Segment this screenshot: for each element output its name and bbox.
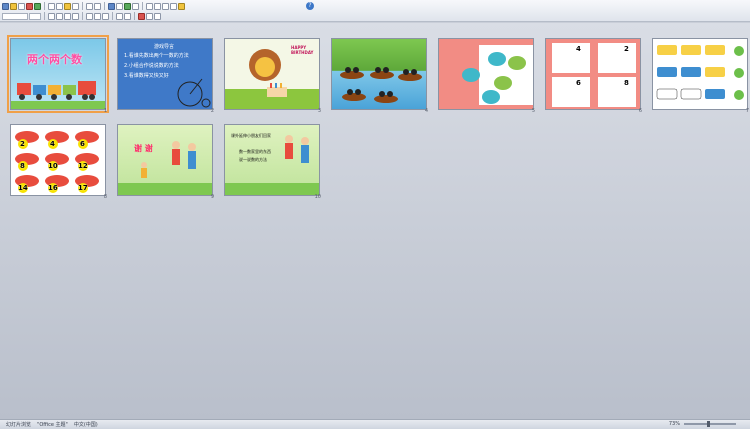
slide-number: 10 [314,194,321,200]
zoom-slider[interactable] [684,423,736,425]
slide-3-banner: HAPPY BIRTHDAY [291,45,314,55]
insert-textbox-icon[interactable] [132,2,139,10]
increase-font-icon[interactable] [146,12,153,20]
cars-illustration [656,45,744,100]
separator [44,2,45,10]
number-label: 16 [48,184,58,192]
separator [134,12,135,20]
numbering-icon[interactable] [124,12,131,20]
bag-label: 4 [576,45,581,53]
bag-card [552,43,590,73]
slide-thumb-6[interactable]: 2 8 6 4 [545,38,641,110]
separator [142,2,143,10]
redo-icon[interactable] [94,2,101,10]
slide-number: 2 [210,108,214,114]
font-color-icon[interactable] [138,12,145,20]
theme-label: "Office 主题" [37,422,68,428]
slide-number: 9 [210,194,214,200]
number-label: 8 [20,162,25,170]
bag-label: 2 [624,45,629,53]
toolbar-row-1 [2,1,185,11]
slide-thumb-2[interactable]: 游戏导言 1.看谁先数出两个一数的方法 2.小组合作说说数的方法 3.看谁数得又… [117,38,213,110]
ribbon-toolbar: ? [0,0,750,22]
bag-card [598,77,636,107]
slide-number: 5 [531,108,535,114]
print-icon[interactable] [26,2,33,10]
slide-thumb-5[interactable] [438,38,534,110]
number-label: 2 [20,140,25,148]
slide-sorter-pane: 两个两个数 1 游戏导言 1.看谁先数出两个一数的方法 2.小组合作说说数的方法… [0,23,750,419]
slide-thumb-1[interactable]: 两个两个数 [7,35,109,113]
slide-thumb-9[interactable]: 谢 谢 [117,124,213,196]
new-slide-icon[interactable] [146,2,153,10]
slide-number: 6 [638,108,642,114]
decrease-font-icon[interactable] [154,12,161,20]
layout-icon[interactable] [154,2,161,10]
separator [112,12,113,20]
bullets-icon[interactable] [116,12,123,20]
insert-table-icon[interactable] [108,2,115,10]
slide-number: 3 [317,108,321,114]
view-mode-label: 幻灯片浏览 [6,422,32,428]
number-label: 14 [18,184,28,192]
zoom-icon[interactable] [170,2,177,10]
number-label: 4 [50,140,55,148]
separator [82,2,83,10]
undo-icon[interactable] [86,2,93,10]
bag-label: 8 [624,79,629,87]
underline-icon[interactable] [64,12,71,20]
slide-number: 4 [424,108,428,114]
italic-icon[interactable] [56,12,63,20]
slide-thumb-4[interactable] [331,38,427,110]
cut-icon[interactable] [48,2,55,10]
train-illustration [11,81,105,109]
copy-icon[interactable] [56,2,63,10]
paste-icon[interactable] [64,2,71,10]
separator [44,12,45,20]
align-right-icon[interactable] [102,12,109,20]
language-label: 中文(中国) [73,422,98,428]
toolbar-row-2 [2,11,161,21]
new-icon[interactable] [18,2,25,10]
slide-thumb-7[interactable] [652,38,748,110]
preview-icon[interactable] [34,2,41,10]
font-size-combo[interactable] [29,12,41,20]
slide-thumb-10[interactable]: 课外延伸小朋友们回家 数一数家里的东西 说一说数的方法 [224,124,320,196]
bag-label: 6 [576,79,581,87]
ant-boats-illustration [340,67,422,103]
zoom-slider-thumb[interactable] [707,421,710,427]
number-label: 6 [80,140,85,148]
shadow-icon[interactable] [72,12,79,20]
bag-card [552,77,590,107]
help-icon[interactable]: ? [306,2,314,10]
insert-picture-icon[interactable] [124,2,131,10]
open-icon[interactable] [10,2,17,10]
slide-number: 7 [745,108,749,114]
bold-icon[interactable] [48,12,55,20]
slide-number: 1 [103,108,107,114]
slide-number: 8 [103,194,107,200]
slide-thumb-8[interactable]: 2 4 6 8 10 12 14 16 17 [10,124,106,196]
insert-chart-icon[interactable] [116,2,123,10]
bicycle-illustration [177,78,211,108]
family-illustration [225,135,319,195]
number-label: 10 [48,162,58,170]
candy-illustration [462,45,533,105]
format-painter-icon[interactable] [72,2,79,10]
separator [82,12,83,20]
font-name-combo[interactable] [2,12,28,20]
family-illustration [118,141,212,195]
number-label: 17 [78,184,88,192]
zoom-level[interactable]: 73% [669,421,680,427]
design-icon[interactable] [162,2,169,10]
number-label: 12 [78,162,88,170]
save-icon[interactable] [2,2,9,10]
separator [104,2,105,10]
align-center-icon[interactable] [94,12,101,20]
slideshow-icon[interactable] [178,2,185,10]
status-bar: 幻灯片浏览 "Office 主题" 中文(中国) 73% [0,419,750,429]
bag-card [598,43,636,73]
align-left-icon[interactable] [86,12,93,20]
slide-thumb-3[interactable]: HAPPY BIRTHDAY [224,38,320,110]
